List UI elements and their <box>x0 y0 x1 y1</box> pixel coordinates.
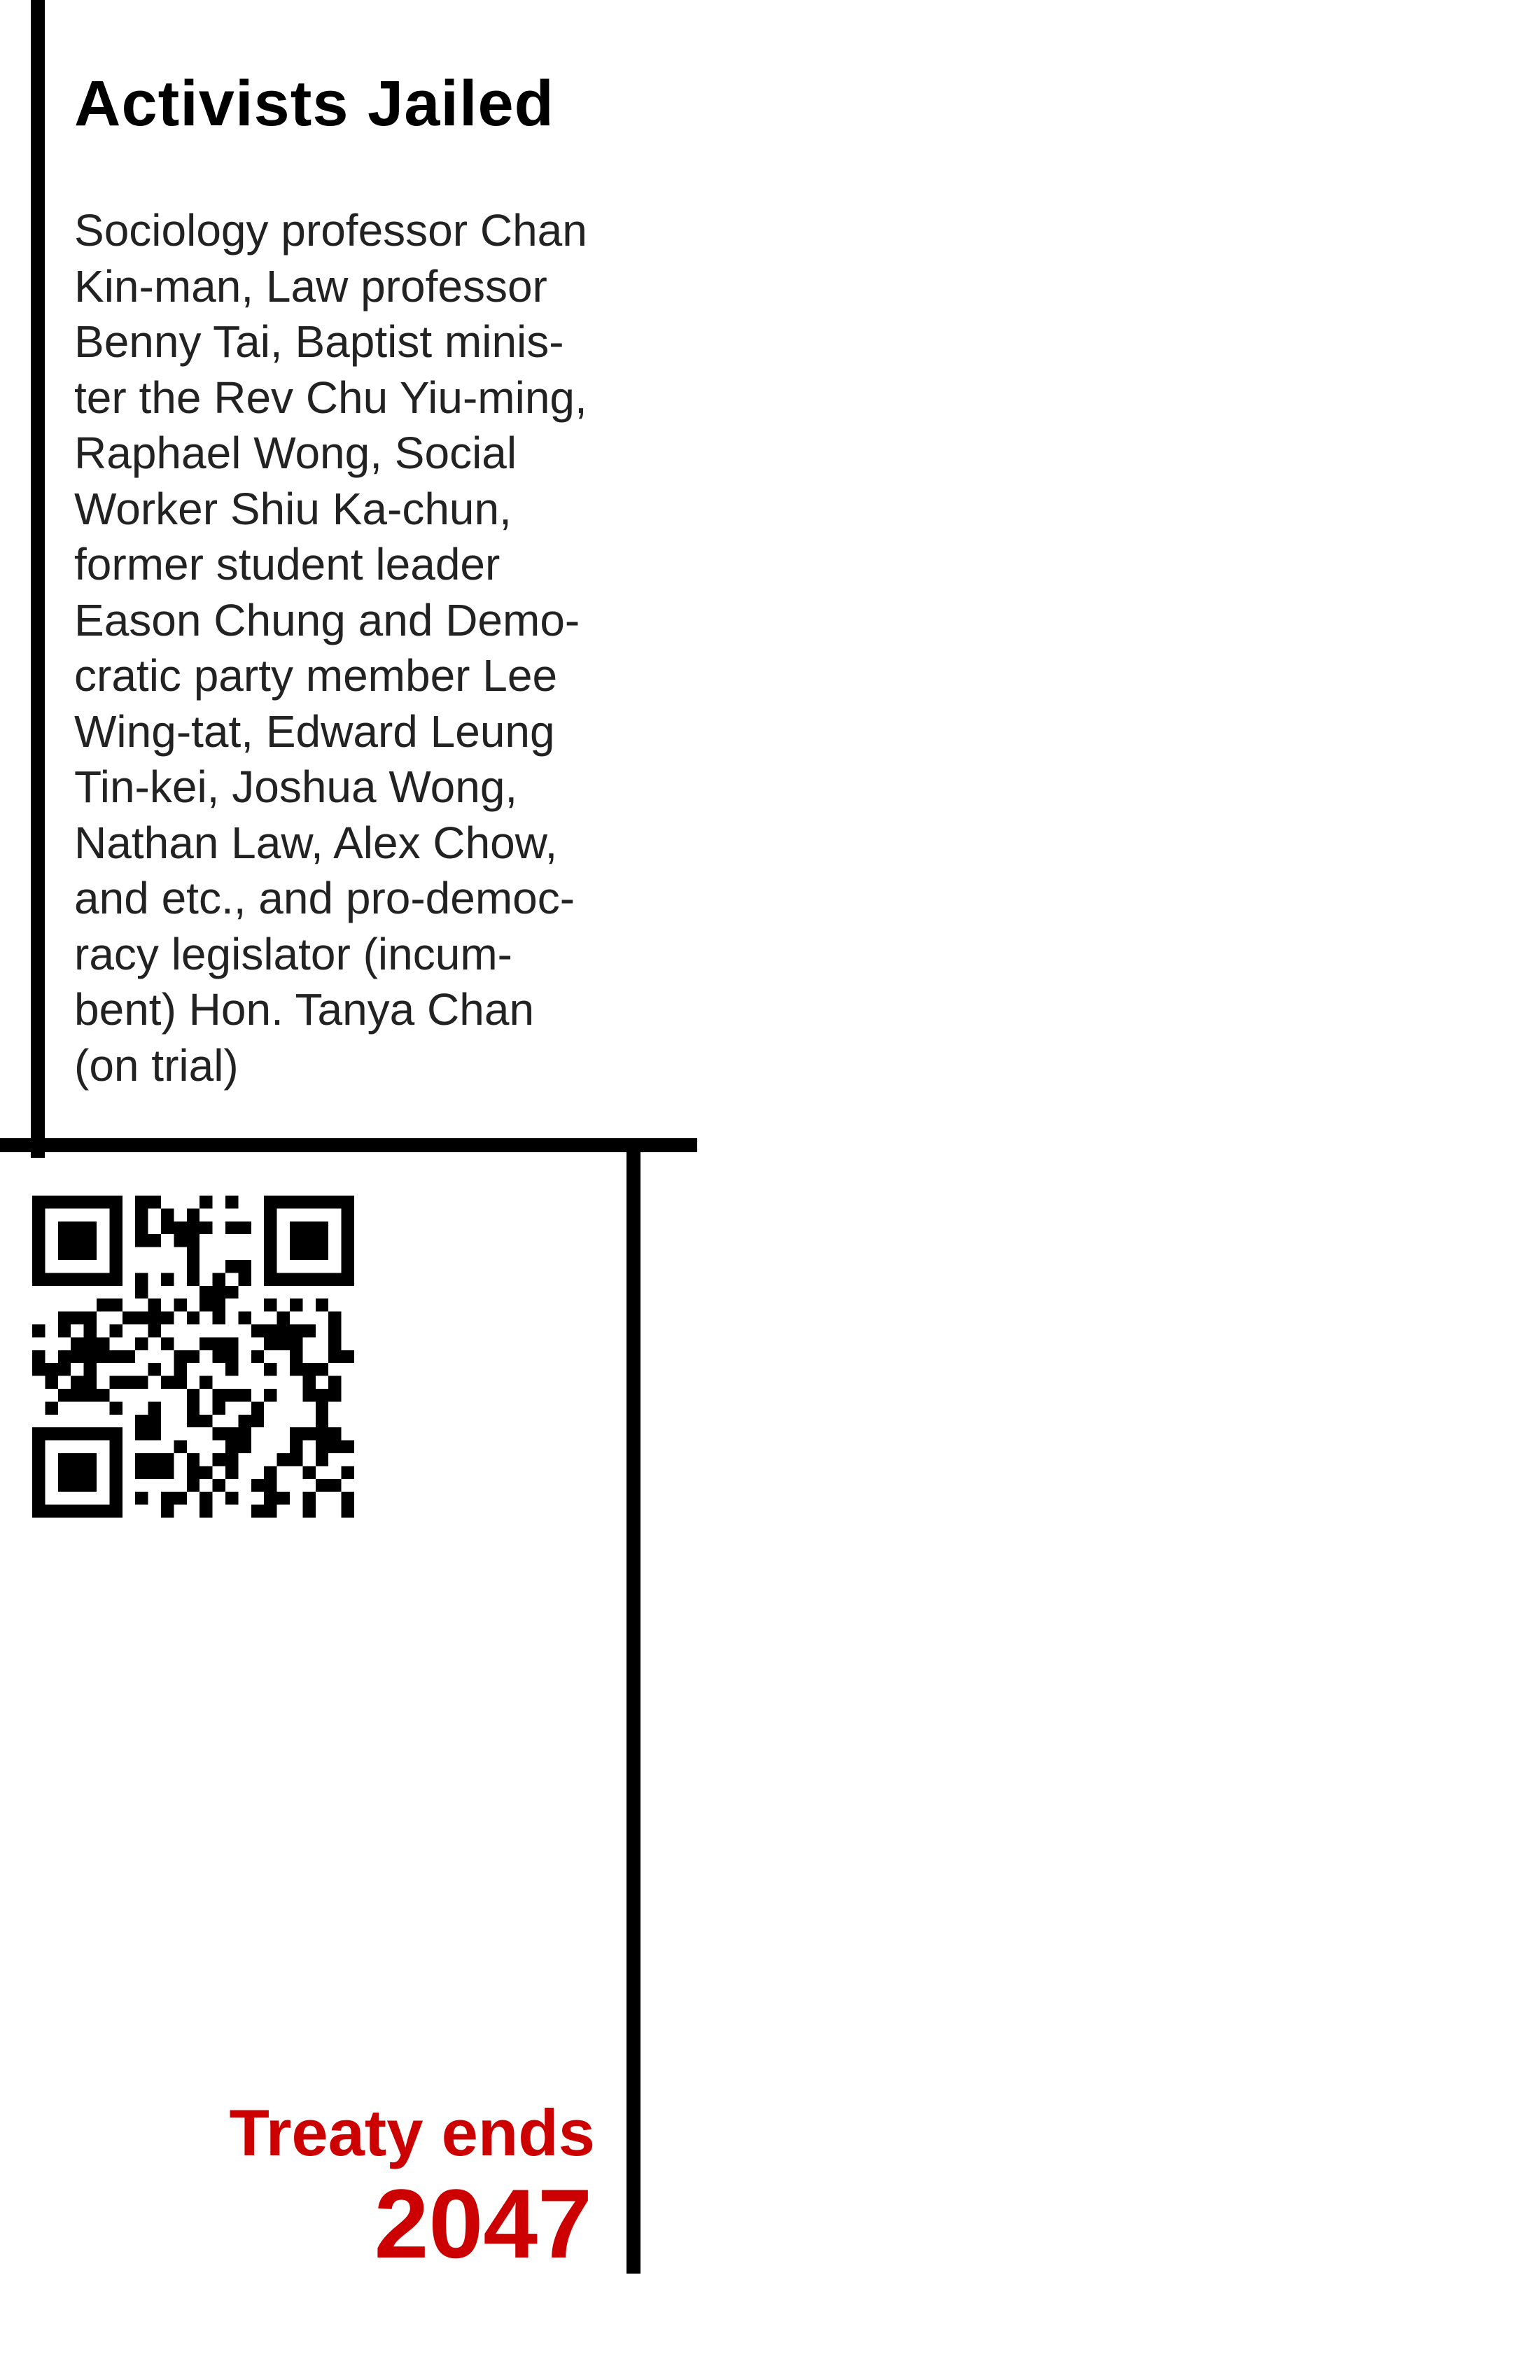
body-line: Kin-man, Law professor <box>74 260 547 312</box>
body-line: bent) Hon. Tanya Chan <box>74 984 535 1035</box>
treaty-label: Treaty ends <box>229 2096 595 2169</box>
body-line: ter the Rev Chu Yiu-ming, <box>74 372 587 423</box>
body-line: Wing-tat, Edward Leung <box>74 706 555 757</box>
body-line: (on trial) <box>74 1040 239 1091</box>
vertical-rule-bottom <box>626 1142 640 2274</box>
treaty-note: Treaty ends 2047 <box>230 2094 595 2276</box>
treaty-year: 2047 <box>374 2169 592 2278</box>
body-line: Nathan Law, Alex Chow, <box>74 817 558 868</box>
body-line: former student leader <box>74 539 500 589</box>
body-line: and etc., and pro-democ- <box>74 873 575 923</box>
horizontal-rule <box>0 1138 697 1152</box>
body-line: cratic party member Lee <box>74 650 558 701</box>
vertical-rule-top <box>31 0 45 1158</box>
body-line: Worker Shiu Ka-chun, <box>74 483 512 534</box>
body-line: Tin-kei, Joshua Wong, <box>74 762 518 812</box>
body-line: Sociology professor Chan <box>74 205 587 255</box>
article-body: Sociology professor Chan Kin-man, Law pr… <box>74 203 662 1093</box>
body-line: Eason Chung and Demo- <box>74 594 580 645</box>
body-line: Raphael Wong, Social <box>74 428 517 478</box>
body-line: Benny Tai, Baptist minis- <box>74 316 564 367</box>
body-line: racy legislator (incum- <box>74 928 512 979</box>
qr-code-icon[interactable] <box>32 1196 354 1518</box>
article-title: Activists Jailed <box>74 68 554 139</box>
